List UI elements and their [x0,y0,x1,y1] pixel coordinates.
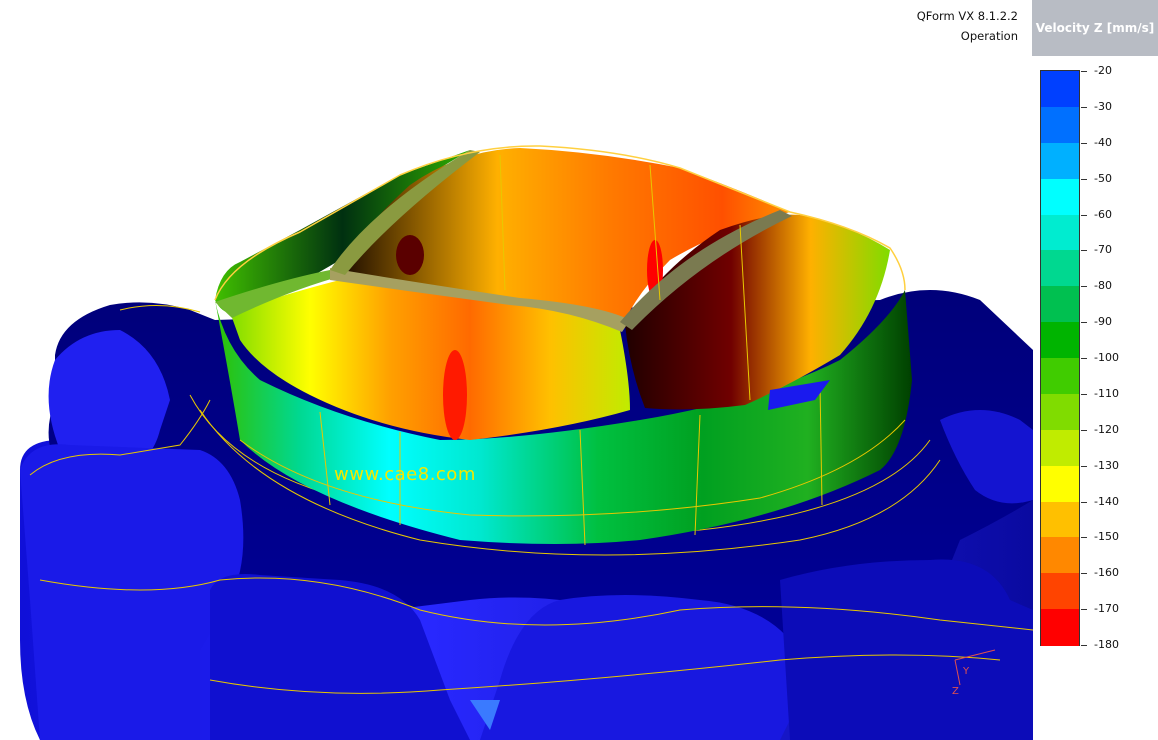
legend-swatch [1041,573,1079,610]
legend-tick [1081,106,1087,108]
legend-label: -100 [1094,351,1119,364]
legend-tick [1081,214,1087,216]
legend-tick [1081,465,1087,467]
legend-swatch [1041,250,1079,287]
legend-swatch [1041,286,1079,323]
legend-tick [1081,358,1087,359]
die-lobe-right [780,559,1033,740]
legend-color-bar [1040,70,1080,646]
legend-title: Velocity Z [mm/s] [1032,0,1158,56]
legend-swatch [1041,393,1079,431]
legend-tick [1081,573,1087,575]
hotspot-1 [443,350,467,440]
legend-label: -60 [1094,207,1112,221]
3d-viewport[interactable]: Y Z [0,0,1158,740]
legend-swatch [1041,537,1079,574]
watermark: www.cae8.com [334,464,476,485]
hotspot-3 [396,235,424,275]
legend-label: -50 [1094,171,1112,185]
legend-label: -90 [1094,315,1112,329]
axis-z-label: Z [952,686,959,697]
legend-label: -160 [1094,566,1119,580]
legend-tick [1081,322,1087,324]
legend-swatch [1041,501,1079,538]
legend-swatch [1041,106,1079,144]
legend-tick [1081,609,1087,611]
legend-swatch [1041,178,1079,215]
legend-swatch [1041,429,1079,467]
legend-label: -110 [1094,386,1119,400]
axis-y-label: Y [962,666,970,677]
app-title: QForm VX 8.1.2.2 [916,9,1018,23]
legend-label: -150 [1094,530,1119,544]
legend-label: -20 [1094,64,1112,77]
legend-swatch [1041,358,1079,395]
legend-label: -30 [1094,99,1112,113]
legend-tick [1081,250,1087,252]
legend-label: -80 [1094,279,1112,293]
legend-label: -170 [1094,602,1119,616]
legend-tick [1081,429,1087,431]
legend-tick [1081,286,1087,288]
legend-swatch [1041,609,1079,646]
app-info: QForm VX 8.1.2.2 Operation [917,6,1018,46]
legend-tick [1081,393,1087,395]
legend-tick [1081,142,1087,144]
legend-label: -180 [1094,638,1119,651]
legend-swatch [1041,142,1079,180]
legend-label: -130 [1094,458,1119,472]
app-subtitle: Operation [960,29,1018,43]
legend-label: -70 [1094,243,1112,257]
legend-label: -40 [1094,135,1112,149]
legend-label: -120 [1094,422,1119,436]
legend-tick [1081,645,1087,646]
legend-swatch [1041,214,1079,251]
legend-label: -140 [1094,494,1119,508]
legend-tick [1081,178,1087,180]
legend-tick [1081,537,1087,539]
legend-tick [1081,501,1087,503]
legend-swatch [1041,465,1079,502]
legend-swatch [1041,322,1079,359]
legend-tick [1081,71,1087,72]
legend-swatch [1041,71,1079,108]
